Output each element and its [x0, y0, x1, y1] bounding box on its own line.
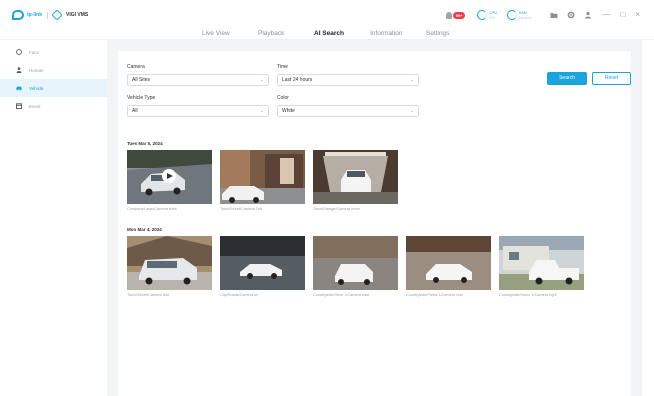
date-group-label: Mon Mar 4, 2024 — [127, 227, 162, 232]
thumbnail-caption: Company/Lawn/Camera front — [127, 207, 177, 211]
snapshot-image — [313, 236, 398, 290]
ram-status: RAM Memory — [506, 10, 532, 20]
snapshot-image — [220, 236, 305, 290]
ram-ring-icon — [506, 10, 517, 20]
search-panel: Camera All Sites ⌄ Time Last 24 hours ⌄ … — [118, 51, 631, 396]
event-icon — [16, 103, 22, 109]
camera-select-value: All Sites — [132, 77, 151, 83]
snapshot-image — [127, 150, 212, 204]
user-icon[interactable] — [584, 11, 592, 19]
sidebar-item-face[interactable]: Face — [0, 43, 107, 61]
person-icon — [16, 67, 22, 73]
search-button[interactable]: Search — [547, 72, 587, 85]
tab-ai-search[interactable]: AI Search — [314, 30, 370, 41]
product-name: VIGI VMS — [66, 12, 89, 18]
sidebar-item-vehicle[interactable]: Vehicle — [0, 79, 107, 97]
sidebar-item-label: Face — [29, 49, 40, 55]
thumbnail-caption: Countryside/Fields 1/Camera rear — [406, 293, 463, 297]
thumbnail-caption: Town/Garage/Camera Inner — [313, 207, 360, 211]
sidebar-item-human[interactable]: Human — [0, 61, 107, 79]
thumbnail-caption: Countryside/Home 1/Camera right — [499, 293, 557, 297]
alarm-button[interactable]: 99+ — [445, 11, 466, 19]
cpu-ring-icon — [477, 10, 488, 20]
logo-divider — [47, 11, 48, 19]
chevron-down-icon: ⌄ — [259, 108, 264, 114]
folder-icon[interactable] — [550, 11, 558, 19]
face-icon — [16, 49, 22, 55]
chevron-down-icon: ⌄ — [259, 77, 264, 83]
close-icon[interactable]: × — [635, 11, 640, 19]
result-thumbnail[interactable]: Town/Street/Camera 2nd — [220, 150, 305, 211]
play-icon[interactable] — [162, 169, 176, 183]
result-thumbnail[interactable]: Company/Lawn/Camera front — [127, 150, 212, 211]
chevron-down-icon: ⌄ — [409, 77, 414, 83]
app-logo: tp-link VIGI VMS — [12, 9, 89, 21]
snapshot-image — [499, 236, 584, 290]
tab-settings[interactable]: Settings — [426, 30, 482, 40]
cpu-status: CPU 0% — [477, 10, 497, 20]
thumbnail-caption: Countryside/Drive 1/Camera east — [313, 293, 370, 297]
snapshot-image — [220, 150, 305, 204]
snapshot-image — [406, 236, 491, 290]
ram-title: RAM — [518, 10, 527, 15]
ram-value: Memory — [518, 15, 532, 20]
time-select-value: Last 24 hours — [282, 77, 313, 83]
thumbnail-caption: Town/Street/Camera 2nd — [220, 207, 262, 211]
vigi-logo-icon — [51, 9, 63, 21]
snapshot-image — [127, 236, 212, 290]
sidebar-item-label: Event — [29, 103, 41, 109]
top-bar-tools: 99+ CPU 0% RAM Memory — □ × — [445, 10, 640, 20]
maximize-icon[interactable]: □ — [620, 11, 625, 19]
result-thumbnail[interactable]: City/Roads/Camera on — [220, 236, 305, 297]
time-select[interactable]: Last 24 hours ⌄ — [277, 74, 419, 86]
result-thumbnail[interactable]: Town/Street/Camera first — [127, 236, 212, 297]
result-thumbnail[interactable]: Town/Garage/Camera Inner — [313, 150, 398, 211]
sidebar-item-event[interactable]: Event — [0, 97, 107, 115]
tab-information[interactable]: Information — [370, 30, 426, 40]
result-thumbnail[interactable]: Countryside/Fields 1/Camera rear — [406, 236, 491, 297]
thumbnail-caption: Town/Street/Camera first — [127, 293, 169, 297]
main-area: Camera All Sites ⌄ Time Last 24 hours ⌄ … — [107, 40, 642, 396]
vehicle-type-label: Vehicle Type — [127, 95, 156, 101]
result-thumbnail[interactable]: Countryside/Drive 1/Camera east — [313, 236, 398, 297]
time-label: Time — [277, 64, 288, 70]
result-thumbnail[interactable]: Countryside/Home 1/Camera right — [499, 236, 584, 297]
chevron-down-icon: ⌄ — [409, 108, 414, 114]
sidebar: Face Human Vehicle Event — [0, 40, 107, 396]
cpu-title: CPU — [489, 10, 497, 15]
thumbnail-caption: City/Roads/Camera on — [220, 293, 259, 297]
alarm-count-badge: 99+ — [452, 11, 466, 19]
bell-icon — [445, 11, 452, 19]
color-select[interactable]: White ⌄ — [277, 105, 419, 117]
sidebar-item-label: Vehicle — [29, 85, 44, 91]
vehicle-icon — [16, 86, 22, 91]
cpu-value: 0% — [489, 15, 495, 20]
tab-live-view[interactable]: Live View — [202, 30, 258, 40]
tab-playback[interactable]: Playback — [258, 30, 314, 40]
vehicle-type-select-value: All — [132, 108, 138, 114]
date-group-label: Tues Mar 5, 2024 — [127, 141, 163, 146]
minimize-icon[interactable]: — — [602, 11, 610, 19]
snapshot-image — [313, 150, 398, 204]
top-bar: tp-link VIGI VMS Live View Playback AI S… — [0, 0, 654, 41]
gear-icon[interactable] — [567, 11, 575, 19]
camera-label: Camera — [127, 64, 145, 70]
color-label: Color — [277, 95, 289, 101]
color-select-value: White — [282, 108, 295, 114]
sidebar-item-label: Human — [29, 67, 44, 73]
reset-button[interactable]: Reset — [592, 72, 631, 85]
camera-select[interactable]: All Sites ⌄ — [127, 74, 269, 86]
logo-text: tp-link — [27, 12, 42, 18]
tplink-logo-icon — [12, 10, 24, 20]
main-tabs: Live View Playback AI Search Information… — [202, 30, 482, 41]
vehicle-type-select[interactable]: All ⌄ — [127, 105, 269, 117]
